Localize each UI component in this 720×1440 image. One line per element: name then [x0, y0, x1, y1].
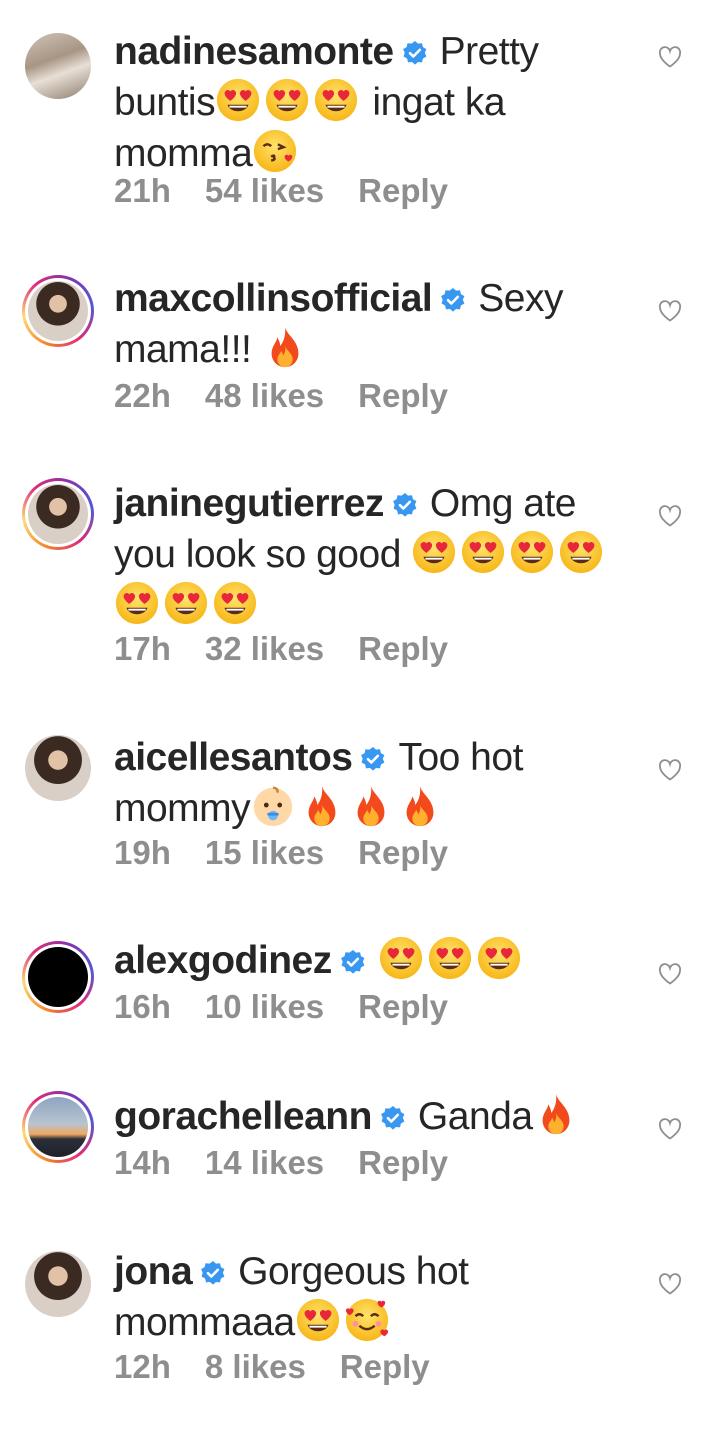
heart-eyes-emoji-icon [295, 1297, 341, 1343]
comment-text: jona Gorgeous hot mommaaa [114, 1246, 634, 1348]
avatar[interactable] [22, 732, 94, 804]
comment-meta: 14h 14 likes Reply [114, 1144, 482, 1182]
heart-eyes-emoji-icon [264, 77, 310, 123]
verified-badge-icon [440, 287, 466, 313]
comment-text: maxcollinsofficial Sexy mama!!! [114, 273, 634, 375]
sunset-photo-icon [28, 1097, 88, 1157]
comment-text: gorachelleann Ganda [114, 1091, 634, 1142]
heart-eyes-emoji-icon [427, 935, 473, 981]
kissing-heart-emoji-icon [252, 128, 298, 174]
heart-eyes-emoji-icon [476, 935, 522, 981]
comment-text: janinegutierrez Omg ate you look so good [114, 478, 634, 631]
comment-meta: 17h 32 likes Reply [114, 630, 482, 668]
heart-eyes-emoji-icon [212, 580, 258, 626]
comment-likes-count[interactable]: 10 likes [205, 988, 324, 1025]
comment-body: Ganda [417, 1095, 533, 1138]
comment-username[interactable]: maxcollinsofficial [114, 277, 433, 320]
heart-eyes-emoji-icon [411, 529, 457, 575]
verified-badge-icon [360, 746, 386, 772]
portrait-photo-icon [25, 1251, 91, 1317]
reply-button[interactable]: Reply [358, 834, 448, 871]
fire-emoji-icon [262, 324, 308, 370]
black-photo-icon [28, 947, 88, 1007]
comment-meta: 19h 15 likes Reply [114, 834, 482, 872]
comment-likes-count[interactable]: 32 likes [205, 630, 324, 667]
baby-emoji-icon [250, 783, 296, 829]
comment-text: aicellesantos Too hot mommy [114, 732, 634, 834]
reply-button[interactable]: Reply [358, 630, 448, 667]
avatar[interactable] [22, 1248, 94, 1320]
comments-list: nadinesamonte Pretty buntis ingat ka momm… [0, 0, 720, 1440]
comment-timestamp: 12h [114, 1348, 171, 1385]
comment-meta: 12h 8 likes Reply [114, 1348, 464, 1386]
heart-eyes-emoji-icon [163, 580, 209, 626]
comment-timestamp: 17h [114, 630, 171, 667]
like-heart-icon[interactable] [658, 46, 682, 68]
fire-emoji-icon [348, 783, 394, 829]
reply-button[interactable]: Reply [340, 1348, 430, 1385]
verified-badge-icon [340, 949, 366, 975]
comment-username[interactable]: aicellesantos [114, 736, 353, 779]
reply-button[interactable]: Reply [358, 377, 448, 414]
verified-badge-icon [200, 1260, 226, 1286]
verified-badge-icon [380, 1105, 406, 1131]
comment-timestamp: 16h [114, 988, 171, 1025]
comment-username[interactable]: alexgodinez [114, 939, 332, 982]
portrait-photo-icon [25, 735, 91, 801]
comment-timestamp: 21h [114, 172, 171, 209]
avatar[interactable] [22, 941, 94, 1013]
comment-meta: 16h 10 likes Reply [114, 988, 482, 1026]
heart-eyes-emoji-icon [313, 77, 359, 123]
heart-eyes-emoji-icon [215, 77, 261, 123]
comment-likes-count[interactable]: 14 likes [205, 1144, 324, 1181]
comment-timestamp: 22h [114, 377, 171, 414]
comment-text: nadinesamonte Pretty buntis ingat ka momm… [114, 26, 634, 179]
like-heart-icon[interactable] [658, 1118, 682, 1140]
verified-badge-icon [402, 40, 428, 66]
like-heart-icon[interactable] [658, 1273, 682, 1295]
avatar[interactable] [22, 1091, 94, 1163]
comment-meta: 21h 54 likes Reply [114, 172, 482, 210]
fire-emoji-icon [299, 783, 345, 829]
comment-meta: 22h 48 likes Reply [114, 377, 482, 415]
comment-likes-count[interactable]: 48 likes [205, 377, 324, 414]
avatar[interactable] [22, 30, 94, 102]
family-photo-icon [25, 33, 91, 99]
fire-emoji-icon [397, 783, 443, 829]
comment-likes-count[interactable]: 54 likes [205, 172, 324, 209]
heart-eyes-emoji-icon [114, 580, 160, 626]
like-heart-icon[interactable] [658, 505, 682, 527]
heart-eyes-emoji-icon [509, 529, 555, 575]
comment-username[interactable]: janinegutierrez [114, 482, 384, 525]
verified-badge-icon [392, 492, 418, 518]
comment-username[interactable]: jona [114, 1250, 193, 1293]
like-heart-icon[interactable] [658, 759, 682, 781]
avatar[interactable] [22, 275, 94, 347]
comment-text: alexgodinez [114, 935, 634, 986]
comment-likes-count[interactable]: 8 likes [205, 1348, 306, 1385]
comment-timestamp: 19h [114, 834, 171, 871]
comment-username[interactable]: gorachelleann [114, 1095, 372, 1138]
comment-username[interactable]: nadinesamonte [114, 30, 394, 73]
avatar[interactable] [22, 478, 94, 550]
comment-likes-count[interactable]: 15 likes [205, 834, 324, 871]
like-heart-icon[interactable] [658, 300, 682, 322]
reply-button[interactable]: Reply [358, 988, 448, 1025]
reply-button[interactable]: Reply [358, 172, 448, 209]
portrait-photo-icon [28, 484, 88, 544]
like-heart-icon[interactable] [658, 963, 682, 985]
heart-eyes-emoji-icon [558, 529, 604, 575]
heart-eyes-emoji-icon [378, 935, 424, 981]
heart-eyes-emoji-icon [460, 529, 506, 575]
fire-emoji-icon [533, 1091, 579, 1137]
reply-button[interactable]: Reply [358, 1144, 448, 1181]
smiling-hearts-emoji-icon [344, 1297, 390, 1343]
comment-timestamp: 14h [114, 1144, 171, 1181]
portrait-photo-icon [28, 281, 88, 341]
